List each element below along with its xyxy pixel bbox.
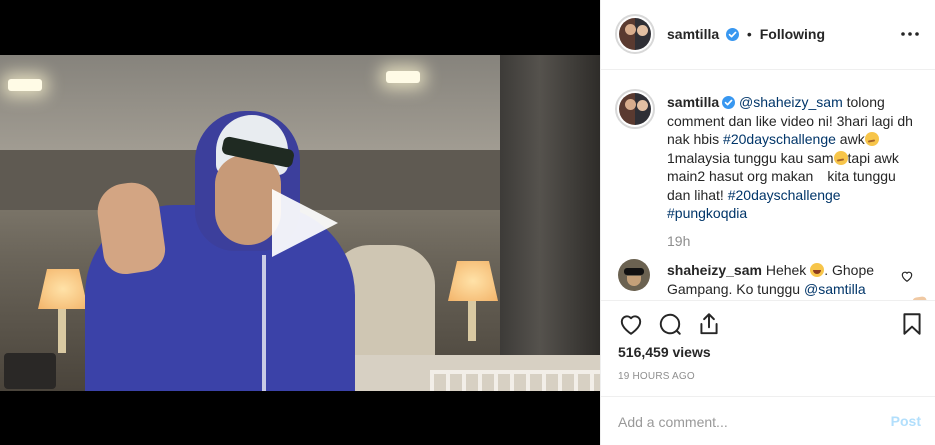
video-scene-light — [386, 71, 420, 83]
video-scene-lamp — [58, 303, 66, 353]
following-button[interactable]: Following — [760, 26, 825, 42]
separator-dot: • — [746, 26, 752, 42]
hashtag-link[interactable]: #pungkoqdia — [667, 205, 747, 221]
smirk-emoji-icon — [864, 132, 879, 146]
heart-icon[interactable] — [618, 311, 644, 337]
comment-text: shaheizy_sam Hehek . Ghope Gampang. Ko t… — [667, 261, 907, 298]
like-comment-heart-icon[interactable] — [900, 269, 914, 283]
video-player[interactable] — [0, 0, 600, 445]
laughing-emoji-icon — [810, 263, 825, 277]
video-scene-lamp — [448, 261, 498, 301]
action-bar — [601, 306, 935, 342]
smirk-emoji-icon — [833, 150, 848, 165]
caption-mention-link[interactable]: @shaheizy_sam — [739, 94, 843, 110]
author-username[interactable]: samtilla — [667, 26, 719, 42]
comment-icon[interactable] — [657, 311, 683, 337]
video-scene-crib — [430, 370, 600, 391]
comments-section[interactable]: samtilla @shaheizy_sam tolong comment da… — [601, 71, 935, 301]
video-scene-curtain — [500, 55, 600, 391]
hashtag-link[interactable]: #20dayschallenge — [728, 187, 841, 203]
commenter-avatar[interactable] — [618, 259, 650, 291]
verified-badge-icon — [726, 28, 740, 41]
caption-time[interactable]: 19h — [667, 233, 690, 249]
video-scene-light — [8, 79, 42, 91]
caption-text: 1malaysia tunggu kau sam — [667, 149, 834, 166]
more-horizontal-icon[interactable] — [898, 22, 922, 46]
caption-avatar[interactable] — [615, 89, 655, 129]
post-caption: samtilla @shaheizy_sam tolong comment da… — [667, 93, 929, 300]
post-button[interactable]: Post — [891, 413, 921, 429]
comment-body: Hehek — [761, 262, 811, 278]
caption-username[interactable]: samtilla — [667, 94, 719, 110]
video-scene-person — [262, 255, 266, 391]
caption-text: awk — [835, 131, 865, 147]
comment-mention-link[interactable]: @samtilla — [804, 281, 866, 297]
header-meta: samtilla • Following — [667, 26, 825, 42]
avatar-image — [624, 268, 644, 275]
play-icon[interactable] — [268, 189, 338, 257]
post-panel: samtilla • Following samtilla @shaheizy_… — [600, 0, 935, 445]
share-icon[interactable] — [696, 311, 722, 337]
comment-form: Post — [601, 396, 935, 445]
verified-badge-icon — [722, 96, 736, 109]
avatar-image — [619, 93, 651, 125]
commenter-username[interactable]: shaheizy_sam — [667, 262, 762, 278]
post-timestamp[interactable]: 19 HOURS AGO — [618, 371, 695, 382]
comment-item: shaheizy_sam Hehek . Ghope Gampang. Ko t… — [601, 259, 935, 300]
views-count[interactable]: 516,459 views — [618, 344, 711, 360]
hashtag-link[interactable]: #20dayschallenge — [723, 131, 836, 147]
avatar-image — [627, 276, 641, 286]
author-avatar[interactable] — [615, 14, 655, 54]
video-scene-bag — [4, 353, 56, 389]
post-header: samtilla • Following — [601, 0, 935, 70]
bookmark-icon[interactable] — [899, 311, 925, 337]
video-scene-lamp — [38, 269, 88, 309]
avatar-image — [619, 18, 651, 50]
comment-input[interactable] — [618, 411, 878, 433]
